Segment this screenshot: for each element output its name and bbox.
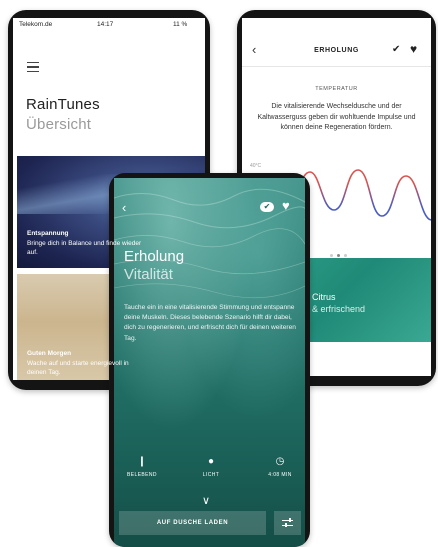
header-divider — [242, 66, 431, 67]
section-description: Die vitalisierende Wechseldusche und der… — [257, 103, 416, 131]
scenario-description: Tauche ein in eine vitalisierende Stimmu… — [124, 304, 296, 342]
stat-licht: ● LICHT — [186, 456, 236, 478]
chevron-down-icon[interactable]: ∨ — [202, 494, 210, 507]
shower-icon: ❙ — [137, 456, 147, 467]
card-subtitle: & erfrischend — [312, 304, 366, 314]
status-bar: Telekom.de 14:17 11 % — [13, 18, 205, 30]
stat-belebend: ❙ BELEBEND — [117, 456, 167, 478]
card-text: Bringe dich in Balance und finde wieder … — [27, 240, 142, 256]
stat-label: LICHT — [202, 472, 220, 478]
check-icon[interactable]: ✔ — [392, 44, 400, 55]
clock: 14:17 — [97, 21, 114, 28]
stat-duration: ◷ 4:08 MIN — [255, 456, 305, 478]
heart-icon[interactable]: ♥ — [282, 198, 290, 213]
section-title: TEMPERATUR — [315, 86, 358, 92]
screen-title: ERHOLUNG — [314, 47, 359, 54]
stat-label: BELEBEND — [127, 472, 157, 478]
battery-label: 11 % — [173, 21, 188, 28]
load-to-shower-button[interactable]: AUF DUSCHE LADEN — [119, 511, 266, 535]
stat-label: 4:08 MIN — [268, 472, 292, 478]
page-title: Übersicht — [26, 116, 92, 133]
scenario-subtitle: Vitalität — [124, 266, 173, 283]
drop-icon: ● — [207, 456, 215, 467]
card-text: Wache auf und starte energievoll in dein… — [27, 360, 129, 376]
back-icon[interactable]: ‹ — [122, 200, 126, 215]
timer-icon: ◷ — [275, 456, 285, 467]
heart-icon[interactable]: ♥ — [410, 42, 417, 56]
menu-icon[interactable] — [27, 62, 39, 75]
card-title: Guten Morgen — [27, 350, 72, 357]
app-title: RainTunes — [26, 96, 100, 113]
carrier-label: Telekom.de — [19, 21, 53, 28]
settings-sliders-icon[interactable] — [274, 511, 301, 535]
card-title: Citrus — [312, 292, 336, 302]
card-title: Entspannung — [27, 230, 69, 237]
check-icon[interactable]: ✔ — [260, 202, 274, 212]
